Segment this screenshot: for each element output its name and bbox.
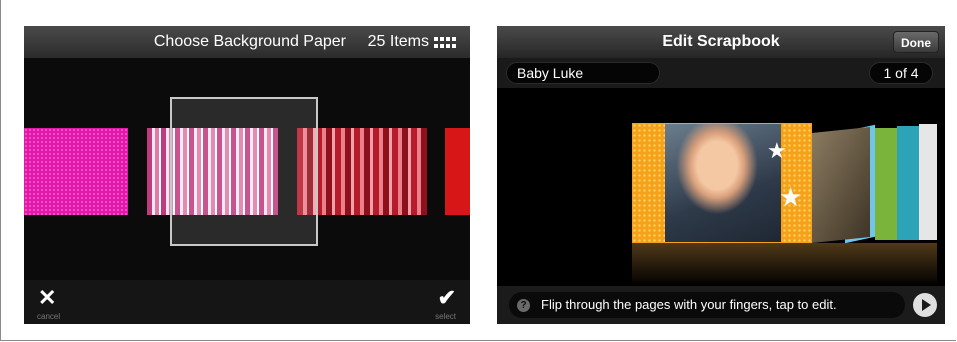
baby-photo[interactable] [665, 124, 781, 242]
done-button[interactable]: Done [893, 31, 939, 53]
grid-icon[interactable] [434, 37, 456, 49]
checkmark-icon[interactable]: ✔ [438, 287, 456, 309]
page-stack-2[interactable] [812, 126, 870, 244]
paper-carousel[interactable] [24, 58, 470, 280]
paper-swatch-pink-dots[interactable] [24, 128, 128, 215]
cancel-label[interactable]: cancel [37, 312, 60, 321]
top-bar: Edit Scrapbook Done [497, 26, 945, 58]
star-sticker: ★ [779, 182, 803, 212]
screen-title: Edit Scrapbook [662, 33, 780, 50]
page-stack-6[interactable] [919, 124, 937, 240]
scrapbook-name-field[interactable]: Baby Luke [506, 62, 660, 84]
scrapbook-pages[interactable]: ★ ★ [497, 88, 945, 286]
top-bar: Choose Background Paper 25 Items [24, 26, 470, 58]
hint-bar: ? Flip through the pages with your finge… [497, 286, 945, 324]
edit-scrapbook-screen: Edit Scrapbook Done Baby Luke 1 of 4 ★ ★… [497, 26, 945, 324]
bottom-bar: ✕ cancel ✔ select [24, 280, 470, 324]
close-icon[interactable]: ✕ [38, 287, 56, 309]
scrapbook-info-bar: Baby Luke 1 of 4 [497, 58, 945, 88]
screen-title: Choose Background Paper [153, 33, 346, 50]
play-icon[interactable] [913, 293, 937, 317]
items-count: 25 Items [367, 33, 429, 50]
page-reflection [632, 243, 937, 286]
hint-text: Flip through the pages with your fingers… [541, 297, 837, 312]
page-stack-4[interactable] [875, 128, 897, 240]
help-icon[interactable]: ? [517, 299, 530, 312]
page-stack-5[interactable] [897, 126, 919, 240]
hint-pill: ? Flip through the pages with your finge… [509, 292, 905, 318]
selection-frame [170, 97, 318, 246]
star-sticker: ★ [767, 138, 787, 163]
page-indicator: 1 of 4 [869, 62, 933, 84]
paper-swatch-red[interactable] [445, 128, 470, 215]
choose-background-screen: Choose Background Paper 25 Items ✕ cance… [24, 26, 470, 324]
select-label[interactable]: select [435, 312, 456, 321]
